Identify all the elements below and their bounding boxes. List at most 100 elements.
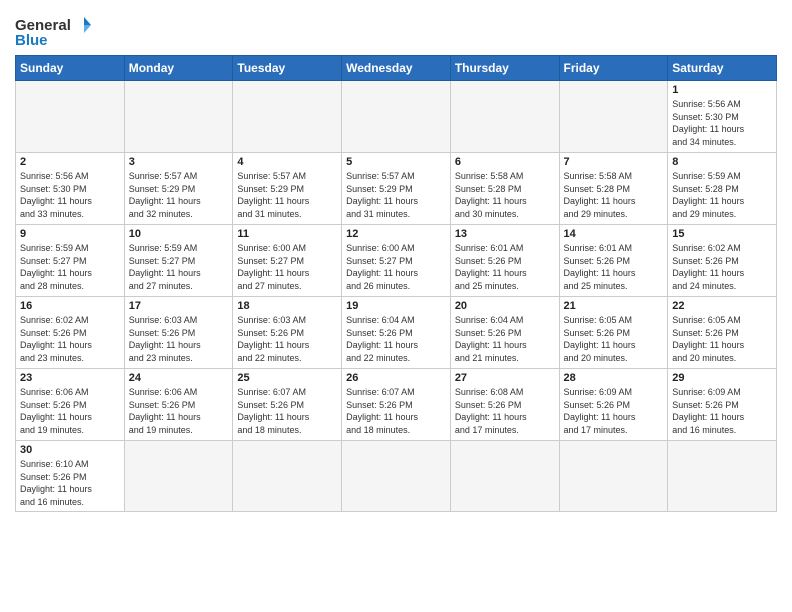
calendar-cell: 16 Sunrise: 6:02 AM Sunset: 5:26 PM Dayli… (16, 297, 125, 369)
day-number: 16 (20, 300, 120, 312)
calendar-cell: 21Sunrise: 6:05 AM Sunset: 5:26 PM Dayli… (559, 297, 668, 369)
calendar-row-3: 16 Sunrise: 6:02 AM Sunset: 5:26 PM Dayli… (16, 297, 777, 369)
cell-info: Sunrise: 5:58 AM Sunset: 5:28 PM Dayligh… (564, 170, 664, 220)
cell-info: Sunrise: 6:03 AM Sunset: 5:26 PM Dayligh… (237, 314, 337, 364)
calendar-cell: 4Sunrise: 5:57 AM Sunset: 5:29 PM Daylig… (233, 153, 342, 225)
calendar-cell: 8 Sunrise: 5:59 AM Sunset: 5:28 PM Daylig… (668, 153, 777, 225)
calendar-cell: 12Sunrise: 6:00 AM Sunset: 5:27 PM Dayli… (342, 225, 451, 297)
weekday-header-saturday: Saturday (668, 56, 777, 81)
calendar-cell (559, 81, 668, 153)
cell-info: Sunrise: 6:00 AM Sunset: 5:27 PM Dayligh… (346, 242, 446, 292)
cell-info: Sunrise: 6:09 AM Sunset: 5:26 PM Dayligh… (672, 386, 772, 436)
cell-info: Sunrise: 5:57 AM Sunset: 5:29 PM Dayligh… (346, 170, 446, 220)
calendar-cell: 29 Sunrise: 6:09 AM Sunset: 5:26 PM Dayli… (668, 369, 777, 441)
calendar-cell (342, 441, 451, 512)
calendar-cell: 13Sunrise: 6:01 AM Sunset: 5:26 PM Dayli… (450, 225, 559, 297)
calendar-cell: 23 Sunrise: 6:06 AM Sunset: 5:26 PM Dayli… (16, 369, 125, 441)
day-number: 10 (129, 228, 229, 240)
cell-info: Sunrise: 5:56 AM Sunset: 5:30 PM Dayligh… (20, 170, 120, 220)
calendar-cell: 19 Sunrise: 6:04 AM Sunset: 5:26 PM Dayli… (342, 297, 451, 369)
day-number: 5 (346, 156, 446, 168)
cell-info: Sunrise: 6:09 AM Sunset: 5:26 PM Dayligh… (564, 386, 664, 436)
day-number: 8 (672, 156, 772, 168)
logo: General Blue (15, 10, 95, 49)
calendar-cell: 5 Sunrise: 5:57 AM Sunset: 5:29 PM Daylig… (342, 153, 451, 225)
cell-info: Sunrise: 6:04 AM Sunset: 5:26 PM Dayligh… (455, 314, 555, 364)
calendar-table: SundayMondayTuesdayWednesdayThursdayFrid… (15, 55, 777, 512)
weekday-header-thursday: Thursday (450, 56, 559, 81)
calendar-cell: 15 Sunrise: 6:02 AM Sunset: 5:26 PM Dayli… (668, 225, 777, 297)
weekday-header-sunday: Sunday (16, 56, 125, 81)
header-area: General Blue (15, 10, 777, 49)
calendar-cell: 17 Sunrise: 6:03 AM Sunset: 5:26 PM Dayli… (124, 297, 233, 369)
calendar-cell: 11 Sunrise: 6:00 AM Sunset: 5:27 PM Dayli… (233, 225, 342, 297)
calendar-cell (342, 81, 451, 153)
day-number: 17 (129, 300, 229, 312)
day-number: 29 (672, 372, 772, 384)
day-number: 21 (564, 300, 664, 312)
logo-general: General (15, 17, 71, 34)
day-number: 23 (20, 372, 120, 384)
day-number: 14 (564, 228, 664, 240)
day-number: 27 (455, 372, 555, 384)
calendar-cell: 25 Sunrise: 6:07 AM Sunset: 5:26 PM Dayli… (233, 369, 342, 441)
weekday-header-monday: Monday (124, 56, 233, 81)
cell-info: Sunrise: 5:59 AM Sunset: 5:28 PM Dayligh… (672, 170, 772, 220)
day-number: 1 (672, 84, 772, 96)
calendar-cell: 1 Sunrise: 5:56 AM Sunset: 5:30 PM Daylig… (668, 81, 777, 153)
logo-blue: Blue (15, 32, 48, 49)
day-number: 7 (564, 156, 664, 168)
calendar-row-5: 30Sunrise: 6:10 AM Sunset: 5:26 PM Dayli… (16, 441, 777, 512)
cell-info: Sunrise: 6:02 AM Sunset: 5:26 PM Dayligh… (20, 314, 120, 364)
calendar-cell: 2 Sunrise: 5:56 AM Sunset: 5:30 PM Daylig… (16, 153, 125, 225)
calendar-row-4: 23 Sunrise: 6:06 AM Sunset: 5:26 PM Dayli… (16, 369, 777, 441)
day-number: 26 (346, 372, 446, 384)
cell-info: Sunrise: 6:02 AM Sunset: 5:26 PM Dayligh… (672, 242, 772, 292)
calendar-cell: 27Sunrise: 6:08 AM Sunset: 5:26 PM Dayli… (450, 369, 559, 441)
calendar-row-2: 9 Sunrise: 5:59 AM Sunset: 5:27 PM Daylig… (16, 225, 777, 297)
calendar-cell (668, 441, 777, 512)
cell-info: Sunrise: 6:07 AM Sunset: 5:26 PM Dayligh… (346, 386, 446, 436)
cell-info: Sunrise: 5:56 AM Sunset: 5:30 PM Dayligh… (672, 98, 772, 148)
day-number: 25 (237, 372, 337, 384)
calendar-cell (233, 441, 342, 512)
calendar-cell: 14Sunrise: 6:01 AM Sunset: 5:26 PM Dayli… (559, 225, 668, 297)
calendar-cell: 3Sunrise: 5:57 AM Sunset: 5:29 PM Daylig… (124, 153, 233, 225)
day-number: 4 (237, 156, 337, 168)
cell-info: Sunrise: 6:00 AM Sunset: 5:27 PM Dayligh… (237, 242, 337, 292)
calendar-cell: 22Sunrise: 6:05 AM Sunset: 5:26 PM Dayli… (668, 297, 777, 369)
day-number: 24 (129, 372, 229, 384)
logo-bird-icon (73, 14, 95, 36)
calendar-row-1: 2 Sunrise: 5:56 AM Sunset: 5:30 PM Daylig… (16, 153, 777, 225)
calendar-cell: 18 Sunrise: 6:03 AM Sunset: 5:26 PM Dayli… (233, 297, 342, 369)
cell-info: Sunrise: 5:57 AM Sunset: 5:29 PM Dayligh… (129, 170, 229, 220)
calendar-cell: 10 Sunrise: 5:59 AM Sunset: 5:27 PM Dayli… (124, 225, 233, 297)
day-number: 19 (346, 300, 446, 312)
cell-info: Sunrise: 5:59 AM Sunset: 5:27 PM Dayligh… (129, 242, 229, 292)
calendar-cell: 7 Sunrise: 5:58 AM Sunset: 5:28 PM Daylig… (559, 153, 668, 225)
day-number: 9 (20, 228, 120, 240)
day-number: 15 (672, 228, 772, 240)
day-number: 20 (455, 300, 555, 312)
calendar-cell (124, 441, 233, 512)
cell-info: Sunrise: 6:04 AM Sunset: 5:26 PM Dayligh… (346, 314, 446, 364)
calendar-cell (450, 441, 559, 512)
calendar-cell: 9 Sunrise: 5:59 AM Sunset: 5:27 PM Daylig… (16, 225, 125, 297)
cell-info: Sunrise: 6:01 AM Sunset: 5:26 PM Dayligh… (455, 242, 555, 292)
calendar-cell (233, 81, 342, 153)
day-number: 28 (564, 372, 664, 384)
calendar-cell (450, 81, 559, 153)
calendar-cell (124, 81, 233, 153)
calendar-cell (16, 81, 125, 153)
cell-info: Sunrise: 6:06 AM Sunset: 5:26 PM Dayligh… (20, 386, 120, 436)
cell-info: Sunrise: 6:10 AM Sunset: 5:26 PM Dayligh… (20, 458, 120, 508)
day-number: 2 (20, 156, 120, 168)
cell-info: Sunrise: 5:58 AM Sunset: 5:28 PM Dayligh… (455, 170, 555, 220)
day-number: 11 (237, 228, 337, 240)
calendar-cell: 6Sunrise: 5:58 AM Sunset: 5:28 PM Daylig… (450, 153, 559, 225)
cell-info: Sunrise: 6:05 AM Sunset: 5:26 PM Dayligh… (672, 314, 772, 364)
day-number: 18 (237, 300, 337, 312)
cell-info: Sunrise: 5:59 AM Sunset: 5:27 PM Dayligh… (20, 242, 120, 292)
cell-info: Sunrise: 6:03 AM Sunset: 5:26 PM Dayligh… (129, 314, 229, 364)
cell-info: Sunrise: 6:07 AM Sunset: 5:26 PM Dayligh… (237, 386, 337, 436)
